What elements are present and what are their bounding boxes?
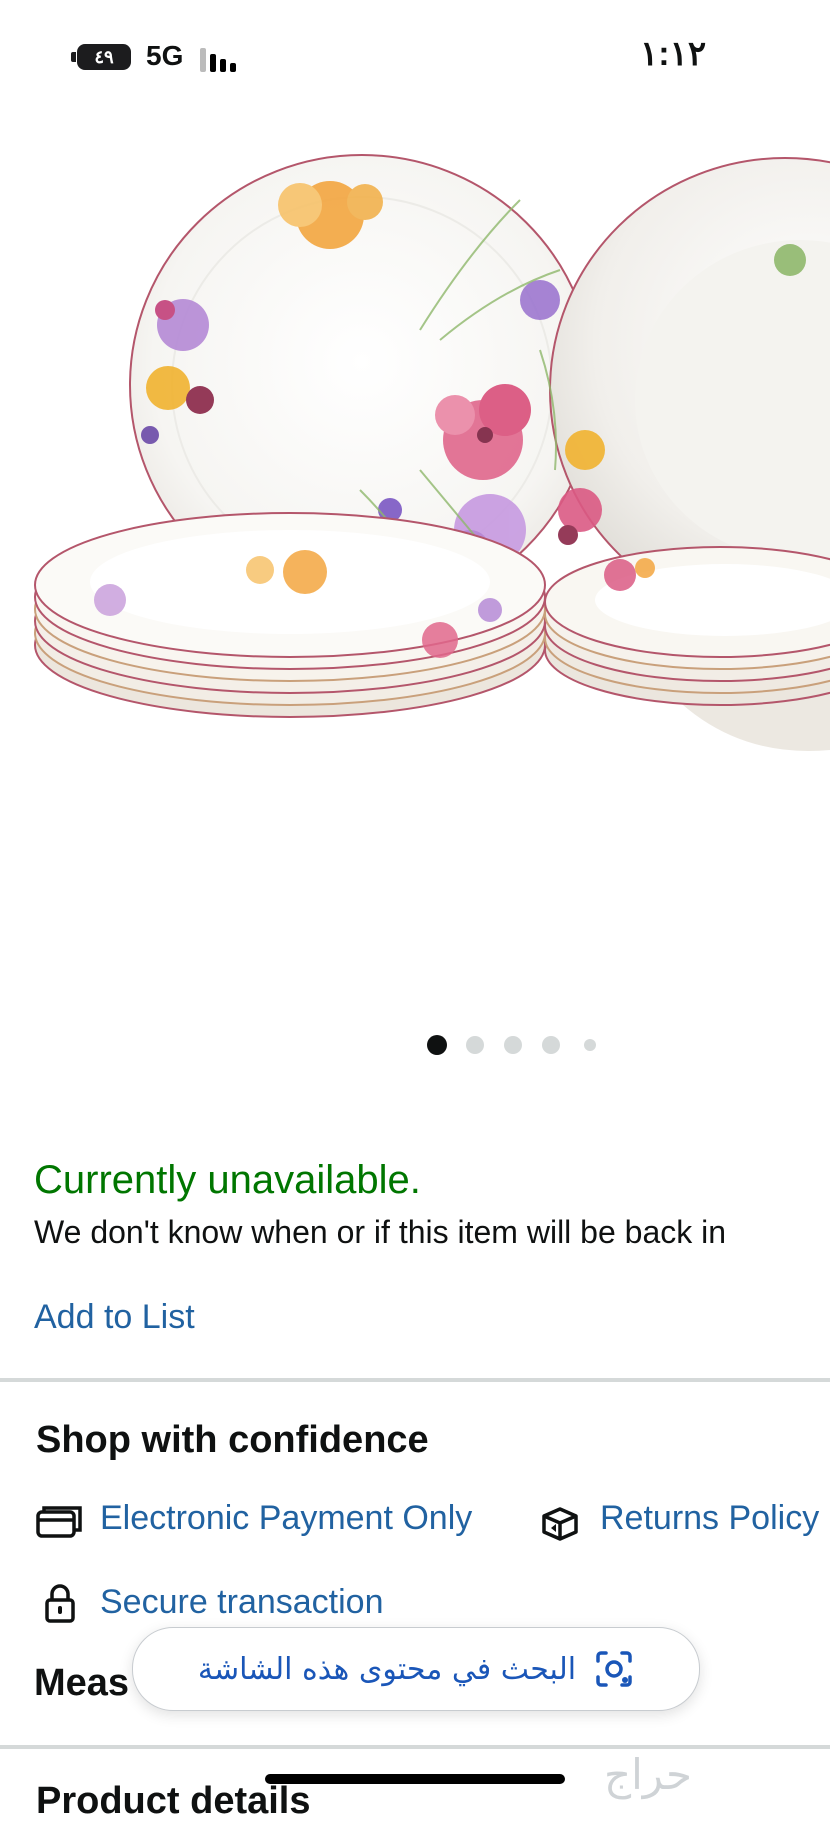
- measurements-heading: Meas: [34, 1662, 130, 1704]
- page-dot[interactable]: [466, 1036, 484, 1054]
- add-to-list-link[interactable]: Add to List: [34, 1298, 195, 1337]
- section-divider: [0, 1745, 830, 1749]
- status-bar: ٤٩ 5G ١:١٢: [0, 0, 830, 110]
- screen-search-button[interactable]: البحث في محتوى هذه الشاشة: [132, 1627, 700, 1711]
- section-divider: [0, 1378, 830, 1382]
- product-image: [34, 154, 830, 751]
- page-dot[interactable]: [584, 1039, 596, 1051]
- screen-search-label: البحث في محتوى هذه الشاشة: [197, 1651, 577, 1687]
- battery-indicator: ٤٩: [77, 44, 131, 70]
- returns-policy-link[interactable]: Returns Policy: [600, 1499, 819, 1538]
- availability-note: We don't know when or if this item will …: [34, 1214, 727, 1250]
- box-return-icon: [542, 1507, 578, 1541]
- lens-icon: [596, 1651, 632, 1687]
- network-type: 5G: [146, 40, 184, 71]
- battery-tip: [71, 52, 76, 62]
- page-dot-active[interactable]: [427, 1035, 447, 1055]
- page-dot[interactable]: [542, 1036, 560, 1054]
- availability-status: Currently unavailable.: [34, 1158, 421, 1202]
- page-dot[interactable]: [504, 1036, 522, 1054]
- electronic-payment-link[interactable]: Electronic Payment Only: [100, 1499, 472, 1538]
- product-image-gallery[interactable]: [0, 110, 830, 1010]
- image-pagination[interactable]: [0, 1033, 830, 1057]
- section-title-shop-with-confidence: Shop with confidence: [36, 1419, 429, 1461]
- secure-transaction-link[interactable]: Secure transaction: [100, 1583, 384, 1622]
- product-details-heading[interactable]: Product details: [36, 1780, 311, 1823]
- home-indicator[interactable]: [265, 1774, 565, 1784]
- watermark-logo: حراج: [604, 1750, 692, 1799]
- signal-icon: [200, 46, 244, 72]
- lock-icon: [45, 1584, 75, 1623]
- card-icon: [36, 1506, 82, 1538]
- clock: ١:١٢: [640, 35, 707, 73]
